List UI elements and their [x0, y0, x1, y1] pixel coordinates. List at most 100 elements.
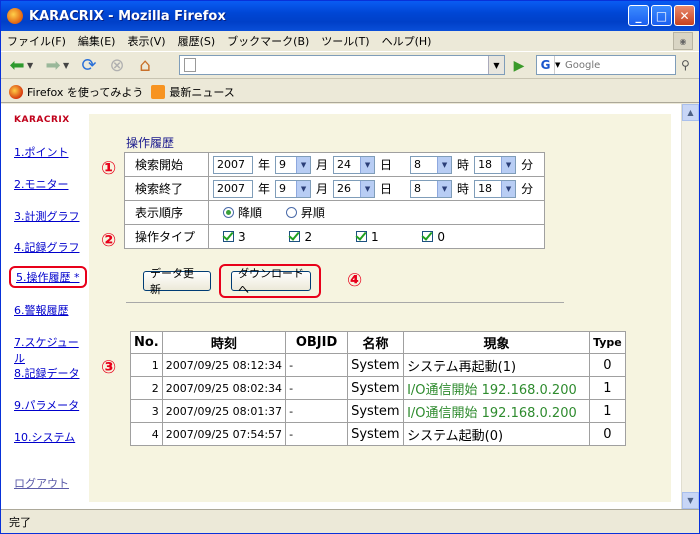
marker-2: ②	[101, 230, 117, 251]
scroll-up-icon[interactable]: ▲	[682, 104, 699, 121]
sidebar-item-schedule[interactable]: 7.スケジュール	[14, 334, 89, 366]
type-3-checkbox[interactable]	[223, 231, 234, 243]
cell-type: 0	[589, 353, 626, 377]
url-dropdown-icon[interactable]: ▼	[488, 56, 504, 74]
order-desc-radio[interactable]	[223, 207, 234, 218]
header-type: Type	[589, 331, 626, 354]
scroll-down-icon[interactable]: ▼	[682, 492, 699, 509]
firefox-icon	[7, 8, 23, 24]
back-dropdown-icon[interactable]: ▼	[27, 61, 37, 70]
back-arrow-icon[interactable]: ⬅	[5, 53, 29, 77]
chevron-down-icon: ▼	[360, 156, 375, 173]
status-text: 完了	[9, 515, 31, 529]
unit-year: 年	[258, 182, 271, 196]
sidebar-item-parameters[interactable]: 9.パラメータ	[14, 397, 79, 413]
reload-icon[interactable]: ⟳	[77, 53, 101, 77]
unit-hour: 時	[457, 182, 470, 196]
sidebar-item-record-graph[interactable]: 4.記録グラフ	[14, 239, 80, 255]
menu-help[interactable]: ヘルプ(H)	[376, 33, 438, 49]
download-button[interactable]: ダウンロードへ	[231, 267, 311, 296]
start-month-select[interactable]: 9 ▼	[275, 155, 312, 174]
type-3-label: 3	[238, 229, 246, 244]
end-day-select[interactable]: 26 ▼	[333, 179, 376, 198]
operation-type-row: 操作タイプ 3 2 1 0	[124, 224, 545, 249]
go-arrow-icon[interactable]: ▶	[509, 56, 529, 76]
type-2-checkbox[interactable]	[289, 231, 301, 243]
search-form: 検索開始 2007 年 9 ▼ 月 24 ▼ 日 8 ▼ 時 18 ▼ 分 検索終了 2007 年 9 ▼ 月 26…	[124, 152, 545, 249]
sidebar-item-measurement-graph[interactable]: 3.計測グラフ	[14, 208, 80, 224]
chevron-down-icon: ▼	[360, 180, 375, 197]
vertical-scrollbar[interactable]: ▲ ▼	[681, 104, 699, 509]
forward-arrow-icon[interactable]: ➡	[41, 53, 65, 77]
chevron-down-icon: ▼	[501, 156, 516, 173]
order-asc-radio[interactable]	[285, 207, 297, 218]
unit-month: 月	[316, 158, 329, 172]
url-input[interactable]: ▼	[179, 55, 505, 75]
unit-month: 月	[316, 182, 329, 196]
start-day-select[interactable]: 24 ▼	[333, 155, 376, 174]
display-order-row: 表示順序 降順 昇順	[124, 200, 545, 225]
cell-name: System	[347, 353, 405, 377]
page-title: 操作履歴	[126, 136, 175, 150]
browser-window: KARACRIX - Mozilla Firefox _ □ ✕ ファイル(F)…	[0, 0, 700, 534]
search-icon[interactable]: ⚲	[681, 58, 690, 72]
bookmark-news[interactable]: 最新ニュース	[151, 84, 235, 100]
sidebar-item-point[interactable]: 1.ポイント	[14, 144, 69, 160]
type-1-checkbox[interactable]	[355, 231, 367, 243]
menu-tools[interactable]: ツール(T)	[315, 33, 375, 49]
stop-icon[interactable]: ⊗	[105, 53, 129, 77]
start-minute-select[interactable]: 18 ▼	[474, 155, 517, 174]
cell-event: I/O通信開始 192.168.0.200	[403, 399, 591, 423]
navigation-toolbar: ⬅ ▼ ➡ ▼ ⟳ ⊗ ⌂ ▼ ▶ G ▼ ⚲	[1, 51, 699, 79]
sidebar-item-monitor[interactable]: 2.モニター	[14, 176, 69, 192]
bookmarks-toolbar: Firefox を使ってみよう 最新ニュース	[1, 81, 699, 103]
end-minute-select[interactable]: 18 ▼	[474, 179, 517, 198]
minimize-button[interactable]: _	[628, 5, 649, 26]
cell-objid: -	[285, 353, 349, 377]
menu-history[interactable]: 履歴(S)	[172, 33, 222, 49]
table-row: 1 2007/09/25 08:12:34- System システム再起動(1) 0	[130, 353, 626, 377]
sidebar-item-system[interactable]: 10.システム	[14, 429, 75, 445]
start-month-value: 9	[279, 158, 287, 171]
unit-day: 日	[380, 158, 393, 172]
cell-objid: -	[285, 376, 349, 400]
sidebar-item-record-data[interactable]: 8.記録データ	[14, 365, 80, 381]
page-icon	[184, 58, 196, 72]
order-desc-label: 降順	[238, 206, 263, 220]
type-1-label: 1	[370, 229, 379, 244]
bookmark-label: Firefox を使ってみよう	[27, 85, 144, 99]
type-0-checkbox[interactable]	[422, 231, 434, 243]
home-icon[interactable]: ⌂	[133, 53, 157, 77]
refresh-data-button[interactable]: データ更新	[143, 267, 211, 296]
chevron-down-icon: ▼	[437, 156, 452, 173]
end-month-select[interactable]: 9 ▼	[275, 179, 312, 198]
cell-event: システム再起動(1)	[403, 353, 591, 377]
operation-type-label: 操作タイプ	[124, 224, 209, 249]
logout-link[interactable]: ログアウト	[14, 475, 69, 491]
rss-icon	[151, 84, 166, 99]
maximize-button[interactable]: □	[651, 5, 672, 26]
menu-view[interactable]: 表示(V)	[121, 33, 171, 49]
start-minute-value: 18	[478, 158, 493, 171]
bookmark-firefox[interactable]: Firefox を使ってみよう	[9, 84, 143, 100]
sidebar-item-operation-history[interactable]: 5.操作履歴 *	[9, 266, 87, 288]
search-engine-dropdown-icon[interactable]: ▼	[555, 61, 563, 69]
cell-name: System	[347, 399, 405, 423]
start-year-input[interactable]: 2007	[213, 155, 253, 174]
sidebar-item-alarm-history[interactable]: 6.警報履歴	[14, 302, 69, 318]
close-button[interactable]: ✕	[674, 5, 695, 26]
start-hour-select[interactable]: 8 ▼	[410, 155, 453, 174]
end-year-input[interactable]: 2007	[213, 179, 253, 198]
status-bar: 完了	[1, 509, 699, 533]
google-icon[interactable]: G	[537, 56, 555, 74]
brand-logo: KARACRIX	[14, 115, 70, 125]
order-asc-label: 昇順	[300, 206, 325, 220]
header-time: 時刻	[161, 331, 287, 354]
search-input[interactable]	[563, 58, 663, 72]
history-table: No. 時刻 OBJID 名称 現象 Type 1 2007/09/25 08:1…	[130, 331, 626, 446]
end-hour-select[interactable]: 8 ▼	[410, 179, 453, 198]
menu-bookmarks[interactable]: ブックマーク(B)	[221, 33, 315, 49]
menu-edit[interactable]: 編集(E)	[72, 33, 122, 49]
menu-file[interactable]: ファイル(F)	[1, 33, 72, 49]
forward-dropdown-icon[interactable]: ▼	[63, 61, 73, 70]
